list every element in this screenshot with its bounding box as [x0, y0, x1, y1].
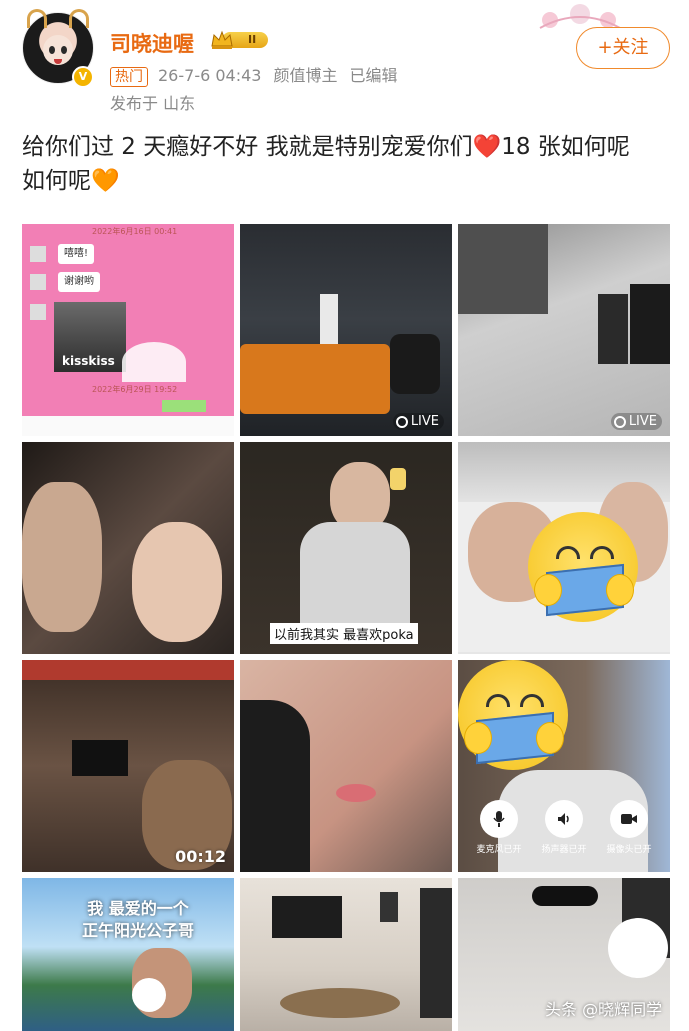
grid-image-7[interactable]: 00:12	[22, 660, 234, 872]
live-badge: LIVE	[392, 413, 444, 430]
post-header: V 司晓迪喔 II 热门 26-7-6 04:43 颜值博主 已编辑 发布于 山东 +…	[0, 0, 689, 120]
reading-emoji-sticker-icon	[528, 512, 638, 622]
microphone-button[interactable]	[480, 800, 518, 838]
speaker-label: 扬声器已开	[541, 845, 587, 855]
antler-left-icon	[27, 9, 47, 28]
post-text-part2: 18 张如何呢	[501, 134, 630, 160]
cartoon-bunny-sticker-icon	[608, 918, 668, 978]
post-text: 给你们过 2 天瘾好不好 我就是特别宠爱你们❤️18 张如何呢 如何呢🧡	[22, 130, 667, 198]
post-meta: 热门 26-7-6 04:43 颜值博主 已编辑	[110, 62, 398, 87]
watermark: 头条 @晓辉同学	[545, 1000, 663, 1019]
edited-label: 已编辑	[349, 66, 398, 85]
red-heart-icon: ❤️	[472, 134, 502, 160]
speaker-button[interactable]	[545, 800, 583, 838]
image-caption: 我 最爱的一个 正午阳光公子哥	[82, 899, 195, 940]
camera-label: 摄像头已开	[606, 845, 652, 855]
mic-label: 麦克风已开	[476, 845, 522, 855]
grid-image-6[interactable]	[458, 442, 670, 654]
hot-tag[interactable]: 热门	[110, 67, 148, 87]
follow-button[interactable]: +关注	[576, 27, 670, 69]
post-datetime: 26-7-6 04:43	[158, 66, 262, 85]
grid-image-10[interactable]: 我 最爱的一个 正午阳光公子哥	[22, 878, 234, 1031]
grid-image-1[interactable]: 2022年6月16日 00:41 嘻嘻! 谢谢哟 kisskiss 2022年6…	[22, 224, 234, 436]
microphone-icon	[493, 811, 505, 827]
grid-image-9[interactable]: 麦克风已开 扬声器已开 摄像头已开	[458, 660, 670, 872]
chat-bubble-1: 嘻嘻!	[58, 244, 95, 264]
member-level-badge[interactable]: II	[208, 28, 270, 52]
grid-image-2[interactable]: LIVE	[240, 224, 452, 436]
grid-image-11[interactable]	[240, 878, 452, 1031]
post-location: 发布于 山东	[110, 94, 196, 113]
grid-image-5[interactable]: 以前我其实 最喜欢poka	[240, 442, 452, 654]
chat-timestamp-bottom: 2022年6月29日 19:52	[92, 385, 178, 394]
camera-button[interactable]	[610, 800, 648, 838]
grid-image-4[interactable]	[22, 442, 234, 654]
sticker-text: kisskiss	[62, 354, 115, 368]
speaker-icon	[558, 813, 569, 825]
post-text-part3: 如何呢	[22, 168, 91, 194]
chat-bubble-2: 谢谢哟	[58, 272, 100, 292]
crown-icon	[211, 30, 233, 49]
camera-icon	[621, 814, 637, 824]
reading-emoji-sticker-icon	[458, 660, 568, 770]
avatar-eye-left	[49, 46, 55, 54]
orange-heart-icon: 🧡	[91, 168, 120, 194]
avatar-eye-right	[61, 46, 67, 54]
chat-timestamp-top: 2022年6月16日 00:41	[92, 227, 178, 236]
cartoon-sticker-icon	[132, 978, 166, 1012]
username[interactable]: 司晓迪喔	[110, 28, 194, 58]
grid-image-8[interactable]	[240, 660, 452, 872]
grid-image-3[interactable]: LIVE	[458, 224, 670, 436]
post-text-part1: 给你们过 2 天瘾好不好 我就是特别宠爱你们	[22, 134, 473, 160]
verified-badge-icon: V	[72, 66, 94, 88]
antler-right-icon	[69, 9, 89, 28]
live-badge: LIVE	[610, 413, 662, 430]
author-title: 颜值博主	[273, 66, 338, 85]
video-duration: 00:12	[175, 847, 226, 866]
video-subtitle: 以前我其实 最喜欢poka	[270, 623, 418, 644]
